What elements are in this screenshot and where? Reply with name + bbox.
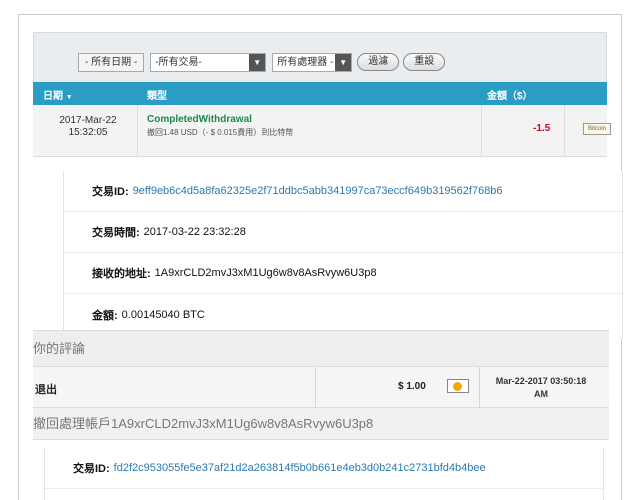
out-date: Mar-22-2017 03:50:18 AM (481, 375, 601, 401)
column-divider (479, 367, 480, 409)
address-value: 1A9xrCLD2mvJ3xM1Ug6w8v8AsRvyw6U3p8 (154, 267, 377, 279)
type-select-value: -所有交易- (155, 56, 202, 68)
out-label: 退出 (35, 384, 57, 396)
address-row: 接收的地址: 1A9xrCLD2mvJ3xM1Ug6w8v8AsRvyw6U3p… (64, 253, 624, 294)
address-label: 接收的地址: (92, 268, 151, 280)
row-type-description: 撤回1.48 USD（- $ 0.015費用）到比特幣 (147, 128, 294, 137)
tx-id-row-2: 交易ID: fd2f2c953055fe5e37af21d2a263814f5b… (45, 448, 605, 489)
bitcoin-processor-icon: Bitcoin (583, 123, 611, 135)
tx-time-label: 交易時間: (92, 227, 140, 239)
amount-value: 0.00145040 BTC (121, 308, 205, 321)
withdraw-heading: 撤回處理帳戶1A9xrCLD2mvJ3xM1Ug6w8v8AsRvyw6U3p8 (33, 408, 609, 440)
out-amount: $ 1.00 (398, 381, 426, 392)
withdrawal-summary-row: 退出 $ 1.00 Mar-22-2017 03:50:18 AM (33, 366, 609, 409)
type-select[interactable]: -所有交易- ▼ (150, 52, 267, 72)
transaction-details-2: 交易ID: fd2f2c953055fe5e37af21d2a263814f5b… (44, 448, 605, 500)
row-date: 2017-Mar-22 15:32:05 (43, 115, 133, 139)
chevron-down-icon: ▼ (249, 53, 266, 71)
row-type-title: CompletedWithdrawal (147, 114, 252, 125)
amount-label: 金額: (92, 309, 118, 322)
sort-down-icon: ▼ (65, 94, 73, 101)
date-filter-button[interactable]: - 所有日期 - (78, 52, 145, 72)
chevron-down-icon: ▼ (335, 53, 352, 71)
processor-select-value: 所有處理器 - (277, 56, 334, 68)
processor-select[interactable]: 所有處理器 - ▼ (272, 52, 353, 72)
column-divider (564, 105, 565, 157)
amount-column-header: 金額（$） (487, 91, 533, 102)
withdraw-heading-text: 撤回處理帳戶1A9xrCLD2mvJ3xM1Ug6w8v8AsRvyw6U3p8 (33, 416, 374, 431)
amount-row: 金額: 0.00145040 BTC (64, 294, 624, 335)
tx-id-row: 交易ID: 9eff9eb6c4d5a8fa62325e2f71ddbc5abb… (64, 171, 624, 212)
bitcoin-coin-icon (447, 379, 469, 393)
date-header-label: 日期 (43, 91, 63, 102)
row-date-day: 2017-Mar-22 (59, 115, 117, 126)
column-divider (137, 105, 138, 157)
comments-heading: 你的評論 (33, 330, 609, 366)
tx-id-link-2[interactable]: fd2f2c953055fe5e37af21d2a263814f5b0b661e… (114, 462, 486, 474)
comments-heading-text: 你的評論 (33, 341, 86, 356)
date-column-header[interactable]: 日期 ▼ (43, 87, 73, 102)
reset-button[interactable]: 重設 (403, 53, 446, 71)
table-header: 日期 ▼ 類型 金額（$） (33, 82, 607, 105)
out-date-line1: Mar-22-2017 03:50:18 (495, 376, 587, 386)
transaction-details: 交易ID: 9eff9eb6c4d5a8fa62325e2f71ddbc5abb… (63, 171, 624, 339)
column-divider (481, 105, 482, 157)
row-date-time: 15:32:05 (68, 127, 108, 138)
column-divider (315, 367, 316, 409)
tx-time-row: 交易時間: 2017-03-22 23:32:28 (64, 212, 624, 253)
type-column-header: 類型 (147, 91, 167, 102)
filter-bar: - 所有日期 - -所有交易- ▼ 所有處理器 - ▼ 過濾 重設 (78, 52, 446, 72)
out-date-line2: AM (534, 389, 548, 399)
tx-id-label: 交易ID: (92, 186, 129, 198)
tx-id-link[interactable]: 9eff9eb6c4d5a8fa62325e2f71ddbc5abb341997… (133, 185, 503, 197)
filter-button[interactable]: 過濾 (357, 53, 400, 71)
row-amount: -1.5 (533, 123, 551, 134)
tx-id-label-2: 交易ID: (73, 463, 110, 475)
tx-time-value: 2017-03-22 23:32:28 (143, 226, 246, 238)
table-row[interactable]: 2017-Mar-22 15:32:05 CompletedWithdrawal… (33, 105, 611, 157)
